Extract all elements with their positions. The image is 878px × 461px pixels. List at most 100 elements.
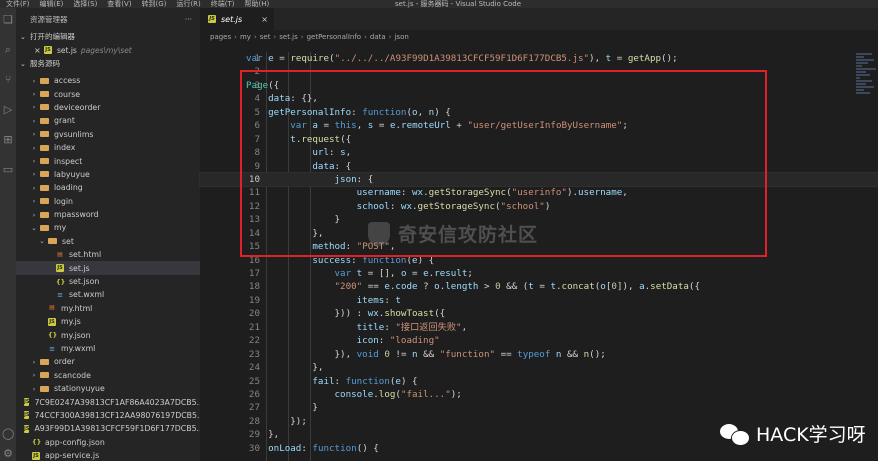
breadcrumb-separator-icon: › — [253, 33, 257, 41]
code-line[interactable]: 26 console.log("fail..."); — [200, 388, 878, 401]
chevron-right-icon: › — [32, 143, 36, 152]
tree-item[interactable]: › login — [16, 195, 200, 208]
chevron-right-icon: › — [32, 76, 36, 85]
folder-icon — [40, 131, 49, 138]
tree-item-label: my.html — [61, 303, 93, 313]
tree-item[interactable]: {} set.json — [16, 275, 200, 288]
menu-item[interactable]: 运行(R) — [176, 0, 200, 8]
open-editor-item[interactable]: × JS set.js pages\my\set — [16, 43, 200, 57]
tree-item[interactable]: › mpassword — [16, 208, 200, 221]
tree-item[interactable]: ⌄ my — [16, 221, 200, 234]
chevron-right-icon: › — [32, 116, 36, 125]
code-line[interactable]: 20 })) : wx.showToast({ — [200, 307, 878, 320]
explorer-icon[interactable]: ❏ — [2, 14, 14, 26]
run-debug-icon[interactable]: ▷ — [2, 104, 14, 116]
tree-item-label: mpassword — [54, 210, 99, 220]
shield-logo-icon — [368, 221, 390, 246]
tree-item[interactable]: › deviceorder — [16, 101, 200, 114]
tree-item[interactable]: › index — [16, 141, 200, 154]
tree-item[interactable]: › access — [16, 74, 200, 87]
menu-item[interactable]: 终端(T) — [211, 0, 235, 8]
minimap[interactable] — [856, 52, 878, 112]
breadcrumb-item[interactable]: getPersonalInfo — [307, 33, 362, 41]
breadcrumb-item[interactable]: data — [370, 33, 386, 41]
extensions-icon[interactable]: ⊞ — [2, 134, 14, 146]
minimap-line — [856, 83, 866, 85]
account-icon[interactable]: ◯ — [2, 428, 14, 440]
settings-gear-icon[interactable]: ⚙ — [2, 448, 14, 460]
code-line[interactable]: 25 fail: function(e) { — [200, 375, 878, 388]
tree-item[interactable]: › labyuyue — [16, 168, 200, 181]
tree-item[interactable]: › grant — [16, 114, 200, 127]
folder-icon — [40, 198, 49, 205]
tree-item[interactable]: JS 7C9E0247A39813CF1AF86A4023A7DCB5... — [16, 395, 200, 408]
open-editors-section[interactable]: ⌄ 打开的编辑器 — [16, 30, 200, 43]
menu-item[interactable]: 帮助(H) — [245, 0, 270, 8]
minimap-line — [856, 71, 866, 73]
breadcrumb-item[interactable]: my — [240, 33, 251, 41]
more-actions-icon[interactable]: ··· — [185, 15, 192, 24]
tree-item-label: inspect — [54, 156, 83, 166]
tree-item[interactable]: › scancode — [16, 369, 200, 382]
code-line[interactable]: 1 var e = require("../../../A93F99D1A3981… — [200, 52, 878, 65]
code-line[interactable]: 17 var t = [], o = e.result; — [200, 267, 878, 280]
file-tree: › access › course › deviceorder › grant › gvsunli… — [16, 74, 200, 461]
tree-item[interactable]: JS app-service.js — [16, 449, 200, 461]
tree-item-label: stationyuyue — [54, 384, 105, 394]
code-line[interactable]: 24 }, — [200, 361, 878, 374]
tab-close-icon[interactable]: × — [261, 15, 268, 24]
tree-item[interactable]: › course — [16, 87, 200, 100]
minimap-line — [856, 89, 864, 91]
code-line-text: }, — [246, 362, 324, 374]
search-icon[interactable]: ⌕ — [2, 44, 14, 56]
tree-item[interactable]: › stationyuyue — [16, 382, 200, 395]
code-line[interactable]: 27 } — [200, 401, 878, 414]
tree-item[interactable]: ▤ set.html — [16, 248, 200, 261]
code-line[interactable]: 22 icon: "loading" — [200, 334, 878, 347]
workspace-section[interactable]: ⌄ 服务源码 — [16, 57, 200, 70]
menu-item[interactable]: 选择(S) — [73, 0, 97, 8]
breadcrumb-item[interactable]: pages — [210, 33, 231, 41]
breadcrumb-item[interactable]: json — [394, 33, 408, 41]
menu-item[interactable]: 查看(V) — [107, 0, 131, 8]
brand-text: HACK学习呀 — [756, 424, 866, 446]
breadcrumb-item[interactable]: set.js — [279, 33, 298, 41]
tree-item[interactable]: ⌄ set — [16, 235, 200, 248]
breadcrumb: pages › my › set › set.js › getPersonalInfo › data… — [200, 30, 878, 44]
tree-item[interactable]: {} my.json — [16, 328, 200, 341]
remote-icon[interactable]: ▭ — [2, 164, 14, 176]
tree-item[interactable]: ▤ my.html — [16, 302, 200, 315]
tree-item[interactable]: › order — [16, 355, 200, 368]
tree-item[interactable]: › inspect — [16, 154, 200, 167]
tree-item[interactable]: ≡ set.wxml — [16, 288, 200, 301]
code-line[interactable]: 18 "200" == e.code ? o.length > 0 && (t … — [200, 280, 878, 293]
tree-item[interactable]: JS set.js — [16, 261, 200, 275]
menu-item[interactable]: 转到(G) — [142, 0, 167, 8]
close-icon[interactable]: × — [34, 46, 44, 55]
folder-icon — [40, 211, 49, 218]
tree-item[interactable]: JS my.js — [16, 315, 200, 328]
menu-item[interactable]: 文件(F) — [6, 0, 30, 8]
tree-item[interactable]: JS 74CCF300A39813CF12AA98076197DCB5... — [16, 409, 200, 422]
tree-item[interactable]: JS A93F99D1A39813CFCF59F1D6F177DCB5... — [16, 422, 200, 435]
tree-item[interactable]: › loading — [16, 181, 200, 194]
minimap-line — [856, 68, 876, 70]
workspace-label: 服务源码 — [30, 59, 60, 68]
minimap-line — [856, 62, 868, 64]
tree-item-label: order — [54, 357, 75, 367]
code-line[interactable]: 19 items: t — [200, 294, 878, 307]
tree-item-label: course — [54, 89, 81, 99]
tree-item[interactable]: ≡ my.wxml — [16, 342, 200, 355]
breadcrumb-item[interactable]: set — [260, 33, 271, 41]
chevron-right-icon: › — [32, 103, 36, 112]
tree-item-label: set.json — [69, 277, 100, 287]
code-line[interactable]: 21 title: "接口返回失败", — [200, 321, 878, 334]
tree-item-label: gvsunlims — [54, 129, 94, 139]
code-line-text: })) : wx.showToast({ — [246, 308, 446, 320]
tree-item[interactable]: {} app-config.json — [16, 436, 200, 449]
tree-item[interactable]: › gvsunlims — [16, 128, 200, 141]
menu-item[interactable]: 编辑(E) — [40, 0, 64, 8]
source-control-icon[interactable]: ⑂ — [2, 74, 14, 86]
code-line[interactable]: 23 }), void 0 != n && "function" == type… — [200, 348, 878, 361]
tab-set-js[interactable]: JS set.js × — [200, 8, 274, 30]
